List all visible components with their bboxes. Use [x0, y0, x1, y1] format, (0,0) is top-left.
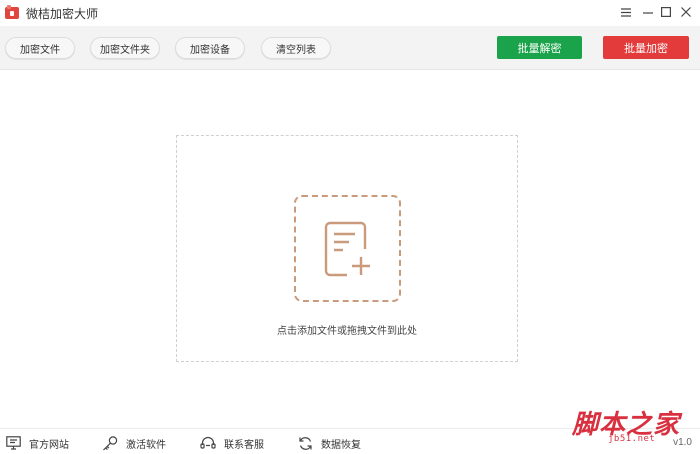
- activate-software-label: 激活软件: [126, 439, 166, 451]
- menu-icon[interactable]: [617, 4, 635, 20]
- batch-decrypt-button[interactable]: 批量解密: [497, 36, 582, 59]
- contact-support-label: 联系客服: [224, 439, 264, 451]
- watermark-url: jb51.net: [608, 434, 656, 444]
- official-site-link[interactable]: 官方网站: [6, 435, 69, 451]
- refresh-icon: [299, 436, 312, 450]
- add-file-icon: [324, 221, 370, 276]
- monitor-icon: [6, 436, 21, 450]
- minimize-icon[interactable]: [639, 4, 657, 20]
- file-drop-zone[interactable]: 点击添加文件或拖拽文件到此处: [176, 135, 518, 362]
- title-bar: 微桔加密大师: [0, 0, 700, 26]
- add-file-target[interactable]: [294, 195, 401, 302]
- activate-software-link[interactable]: 激活软件: [102, 435, 166, 451]
- toolbar: 加密文件 加密文件夹 加密设备 清空列表 批量解密 批量加密: [0, 26, 700, 70]
- close-icon[interactable]: [677, 4, 695, 20]
- app-title: 微桔加密大师: [26, 7, 99, 21]
- encrypt-file-button[interactable]: 加密文件: [5, 37, 75, 59]
- clear-list-button[interactable]: 清空列表: [261, 37, 331, 59]
- batch-encrypt-button[interactable]: 批量加密: [603, 36, 689, 59]
- data-recovery-label: 数据恢复: [321, 439, 361, 451]
- contact-support-link[interactable]: 联系客服: [200, 435, 264, 451]
- drop-hint-text: 点击添加文件或拖拽文件到此处: [277, 326, 417, 337]
- encrypt-folder-button[interactable]: 加密文件夹: [90, 37, 160, 59]
- official-site-label: 官方网站: [29, 439, 69, 451]
- maximize-icon[interactable]: [657, 4, 675, 20]
- data-recovery-link[interactable]: 数据恢复: [298, 435, 361, 451]
- encrypt-device-button[interactable]: 加密设备: [175, 37, 245, 59]
- headset-icon: [200, 436, 216, 449]
- app-logo-icon: [4, 4, 20, 20]
- watermark: 脚本之家 jb51.net: [572, 404, 696, 452]
- key-icon: [103, 435, 118, 450]
